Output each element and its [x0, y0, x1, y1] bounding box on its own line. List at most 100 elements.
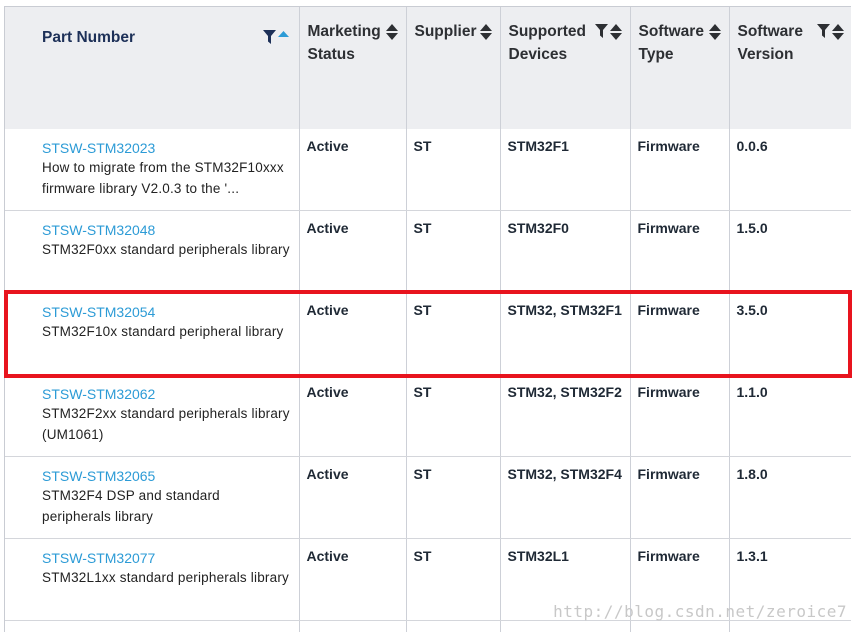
cell-software-type: Firmware — [630, 374, 730, 457]
devices-value: STM32, STM32F4 — [507, 466, 622, 482]
column-label: Supported Devices — [508, 23, 587, 63]
column-header-software-type[interactable]: Software Type — [630, 7, 730, 129]
supplier-value: ST — [413, 548, 432, 564]
sort-icon[interactable] — [479, 24, 492, 40]
cell-part-number: STSW-STM32048 STM32F0xx standard periphe… — [5, 210, 300, 293]
column-header-supported-devices[interactable]: Supported Devices — [500, 7, 631, 129]
cell-part-number: STSW-STM32077 STM32L1xx standard periphe… — [5, 538, 300, 621]
supplier-value: ST — [413, 138, 432, 154]
part-description: STM32F0xx standard peripherals library — [42, 242, 290, 257]
cell-software-type: Firmware — [630, 129, 730, 211]
status-value: Active — [306, 220, 349, 236]
supplier-value: ST — [413, 384, 432, 400]
sort-icon[interactable] — [385, 24, 398, 40]
status-value: Active — [306, 384, 349, 400]
devices-value: STM32, STM32F1 — [507, 302, 622, 318]
cell-software-version: 1.5.0 — [729, 210, 851, 293]
column-label: Supplier — [414, 23, 477, 40]
devices-value: STM32F0 — [507, 220, 569, 236]
supplier-value: ST — [413, 466, 432, 482]
cell-part-number: STSW-STM32054 STM32F10x standard periphe… — [5, 292, 300, 375]
cell-marketing-status: Active — [299, 538, 407, 621]
part-description: How to migrate from the STM32F10xxx firm… — [42, 160, 284, 196]
cell-software-version: 1.8.0 — [729, 456, 851, 539]
sort-icon[interactable] — [609, 24, 622, 40]
part-description: STM32F4 DSP and standard peripherals lib… — [42, 488, 220, 524]
cell-marketing-status: Active — [299, 210, 407, 293]
cell-part-number: STSW-STM32023 How to migrate from the ST… — [5, 129, 300, 211]
cell-marketing-status: Active — [299, 292, 407, 375]
cell-software-type: Firmware — [630, 210, 730, 293]
table-row: STSW-STM32065 STM32F4 DSP and standard p… — [5, 456, 851, 539]
part-number-link[interactable]: STSW-STM32077 — [42, 548, 293, 568]
cell-supplier: ST — [406, 210, 501, 293]
part-description: STM32F2xx standard peripherals library (… — [42, 406, 290, 442]
part-number-link[interactable]: STSW-STM32054 — [42, 302, 293, 322]
type-value: Firmware — [637, 138, 700, 154]
cell-part-number: STSW-STM32062 STM32F2xx standard periphe… — [5, 374, 300, 457]
status-value: Active — [306, 138, 349, 154]
status-value: Active — [306, 302, 349, 318]
cell-software-version: 3.5.0 — [729, 292, 851, 375]
table-row: STSW-STM32023 How to migrate from the ST… — [5, 129, 851, 211]
part-number-link[interactable]: STSW-STM32048 — [42, 220, 293, 240]
cell-supplier: ST — [406, 538, 501, 621]
cell-supported-devices: STM32, STM32F1 — [500, 292, 631, 375]
parts-table: Part Number Marketing Status Supplier Su… — [5, 7, 851, 632]
filter-icon[interactable] — [816, 24, 830, 38]
empty-cell — [729, 620, 851, 632]
cell-marketing-status: Active — [299, 129, 407, 211]
cell-software-type: Firmware — [630, 292, 730, 375]
filter-icon[interactable] — [262, 30, 276, 44]
type-value: Firmware — [637, 220, 700, 236]
column-header-supplier[interactable]: Supplier — [406, 7, 501, 129]
empty-cell — [630, 620, 730, 632]
version-value: 0.0.6 — [736, 138, 768, 154]
cell-supplier: ST — [406, 129, 501, 211]
cell-software-version: 0.0.6 — [729, 129, 851, 211]
sort-icon[interactable] — [831, 24, 844, 40]
column-label: Marketing Status — [307, 23, 381, 63]
version-value: 1.5.0 — [736, 220, 768, 236]
column-label: Software Type — [638, 23, 704, 63]
part-number-link[interactable]: STSW-STM32062 — [42, 384, 293, 404]
cell-marketing-status: Active — [299, 456, 407, 539]
table-row-highlighted: STSW-STM32054 STM32F10x standard periphe… — [5, 292, 851, 375]
empty-cell — [299, 620, 407, 632]
sort-icon[interactable] — [708, 24, 721, 40]
status-value: Active — [306, 466, 349, 482]
cell-supported-devices: STM32F1 — [500, 129, 631, 211]
type-value: Firmware — [637, 302, 700, 318]
version-value: 1.8.0 — [736, 466, 768, 482]
table-row: STSW-STM32062 STM32F2xx standard periphe… — [5, 374, 851, 457]
filter-icon[interactable] — [594, 24, 608, 38]
column-header-part-number[interactable]: Part Number — [5, 7, 300, 129]
type-value: Firmware — [637, 384, 700, 400]
watermark-text: http://blog.csdn.net/zeroice7 — [553, 602, 847, 621]
column-header-marketing-status[interactable]: Marketing Status — [299, 7, 407, 129]
type-value: Firmware — [637, 548, 700, 564]
cell-software-type: Firmware — [630, 456, 730, 539]
cell-marketing-status: Active — [299, 374, 407, 457]
version-value: 1.3.1 — [736, 548, 768, 564]
version-value: 3.5.0 — [736, 302, 768, 318]
type-value: Firmware — [637, 466, 700, 482]
sort-ascending-icon[interactable] — [277, 30, 289, 38]
table-header-row: Part Number Marketing Status Supplier Su… — [5, 7, 851, 129]
version-value: 1.1.0 — [736, 384, 768, 400]
cell-supplier: ST — [406, 292, 501, 375]
part-number-link[interactable]: STSW-STM32023 — [42, 138, 293, 158]
cell-supported-devices: STM32, STM32F4 — [500, 456, 631, 539]
devices-value: STM32, STM32F2 — [507, 384, 622, 400]
part-number-link[interactable]: STSW-STM32065 — [42, 466, 293, 486]
part-description: STM32L1xx standard peripherals library — [42, 570, 289, 585]
cell-supported-devices: STM32, STM32F2 — [500, 374, 631, 457]
empty-cell — [500, 620, 631, 632]
supplier-value: ST — [413, 302, 432, 318]
column-header-software-version[interactable]: Software Version — [729, 7, 851, 129]
status-value: Active — [306, 548, 349, 564]
column-label: Part Number — [42, 29, 136, 46]
cell-supplier: ST — [406, 456, 501, 539]
empty-cell — [406, 620, 501, 632]
devices-value: STM32L1 — [507, 548, 569, 564]
